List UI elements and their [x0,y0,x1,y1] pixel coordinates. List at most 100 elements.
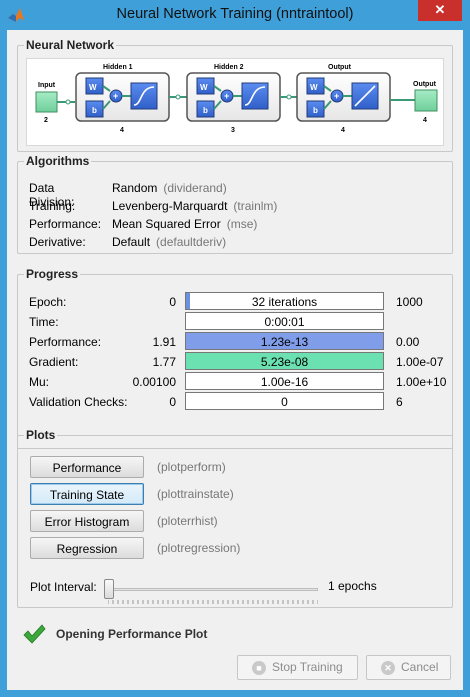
plot-row-regression: Regression (plotregression) [18,537,454,559]
progress-label: Performance: [29,335,102,349]
progress-label: Validation Checks: [29,395,128,409]
progress-value: 1.23e-13 [260,335,309,349]
slider-thumb[interactable] [104,579,114,599]
weight-label: W [200,83,208,92]
progress-min: 0 [169,295,176,309]
bias-label: b [92,106,97,115]
algorithm-key: Training: [29,199,76,213]
algorithm-key: Performance: [29,217,102,231]
progress-label: Mu: [29,375,50,389]
input-size: 2 [44,117,48,124]
status-message: Opening Performance Plot [56,627,208,641]
algorithms-panel: Algorithms Data Division: Random (divider… [17,154,453,254]
layer-title: Hidden 1 [103,64,133,71]
input-label: Input [38,82,56,89]
algorithm-value: Default [112,235,151,249]
progress-value: 0 [281,395,288,409]
layer-size: 4 [341,127,345,134]
sum-glyph: + [224,91,229,101]
algorithm-code: (mse) [226,217,258,231]
algorithm-value: Levenberg-Marquardt [112,199,228,213]
neural-network-panel: Neural Network Input 2 Hidden 1 W b + 4 … [17,38,453,152]
progress-max: 1.00e+10 [396,375,447,389]
hidden-layer-2: Hidden 2 W b + 3 [186,64,281,134]
progress-row-mu: Mu: 0.00100 1.00e-16 1.00e+10 [18,372,454,392]
progress-bar: 0:00:01 [185,312,384,330]
title-bar: Neural Network Training (nntraintool) ✕ [0,0,470,30]
algorithm-code: (dividerand) [163,181,227,195]
algorithm-value: Mean Squared Error [112,217,221,231]
progress-min: 0.00100 [132,375,176,389]
progress-value: 32 iterations [251,295,318,309]
bias-label: b [203,106,208,115]
progress-max: 6 [396,395,403,409]
plot-row-error-histogram: Error Histogram (ploterrhist) [18,510,454,532]
progress-bar: 5.23e-08 [185,352,384,370]
progress-bar: 32 iterations [185,292,384,310]
plot-training-state-button[interactable]: Training State [30,483,144,505]
progress-bar: 1.23e-13 [185,332,384,350]
progress-row-performance: Performance: 1.91 1.23e-13 0.00 [18,332,454,352]
section-title-progress: Progress [24,267,81,281]
weight-label: W [89,83,97,92]
bias-label: b [313,106,318,115]
cancel-label: Cancel [401,660,439,674]
cancel-button[interactable]: ✕ Cancel [366,655,451,680]
plot-row-training-state: Training State (plottrainstate) [18,483,454,505]
algorithm-code: (trainlm) [233,199,278,213]
progress-value: 5.23e-08 [260,355,309,369]
plot-function-name: (plotregression) [157,541,241,555]
output-size: 4 [423,117,427,124]
plot-regression-button[interactable]: Regression [30,537,144,559]
input-node: Input 2 [35,82,58,124]
network-diagram: Input 2 Hidden 1 W b + 4 Hidden 2 W b + … [26,58,444,146]
progress-row-gradient: Gradient: 1.77 5.23e-08 1.00e-07 [18,352,454,372]
plot-performance-button[interactable]: Performance [30,456,144,478]
section-title-plots: Plots [24,428,58,442]
progress-label: Epoch: [29,295,67,309]
plot-function-name: (plottrainstate) [157,487,234,501]
plot-function-name: (ploterrhist) [157,514,218,528]
progress-bar: 0 [185,392,384,410]
output-layer: Output W b + 4 [296,64,391,134]
layer-size: 4 [120,127,124,134]
stop-training-label: Stop Training [272,660,343,674]
layer-size: 3 [231,127,235,134]
output-label: Output [413,81,437,88]
close-icon: ✕ [434,2,446,17]
stop-training-button[interactable]: ■ Stop Training [237,655,358,680]
progress-row-validation-checks: Validation Checks: 0 0 6 [18,392,454,412]
progress-max: 1000 [396,295,423,309]
progress-max: 0.00 [396,335,420,349]
weight-label: W [310,83,318,92]
progress-row-epoch: Epoch: 0 32 iterations 1000 [18,292,454,312]
hidden-layer-1: Hidden 1 W b + 4 [75,64,170,134]
progress-min: 0 [169,395,176,409]
progress-bar: 1.00e-16 [185,372,384,390]
algorithm-key: Derivative: [29,235,86,249]
progress-min: 1.77 [152,355,176,369]
layer-title: Hidden 2 [214,64,244,71]
progress-min: 1.91 [152,335,176,349]
plot-interval-slider[interactable] [106,588,318,591]
stop-icon: ■ [252,661,266,675]
plots-panel: Plots Performance (plotperform) Training… [17,428,454,608]
close-button[interactable]: ✕ [418,0,462,21]
sum-glyph: + [113,91,118,101]
slider-ticks [108,600,318,604]
sum-glyph: + [334,91,339,101]
progress-value: 1.00e-16 [260,375,309,389]
plot-interval-value: 1 epochs [328,579,377,593]
plot-error-histogram-button[interactable]: Error Histogram [30,510,144,532]
plot-function-name: (plotperform) [157,460,226,474]
algorithm-value: Random [112,181,158,195]
cancel-x-icon: ✕ [381,661,395,675]
window-client: Neural Network Input 2 Hidden 1 W b + 4 … [7,30,463,690]
output-node: Output 4 [413,81,438,124]
section-title-algorithms: Algorithms [24,154,92,168]
progress-row-time: Time: 0:00:01 [18,312,454,332]
window-title: Neural Network Training (nntraintool) [116,6,354,22]
plot-row-performance: Performance (plotperform) [18,456,454,478]
layer-title: Output [328,64,352,71]
progress-value: 0:00:01 [264,315,305,329]
